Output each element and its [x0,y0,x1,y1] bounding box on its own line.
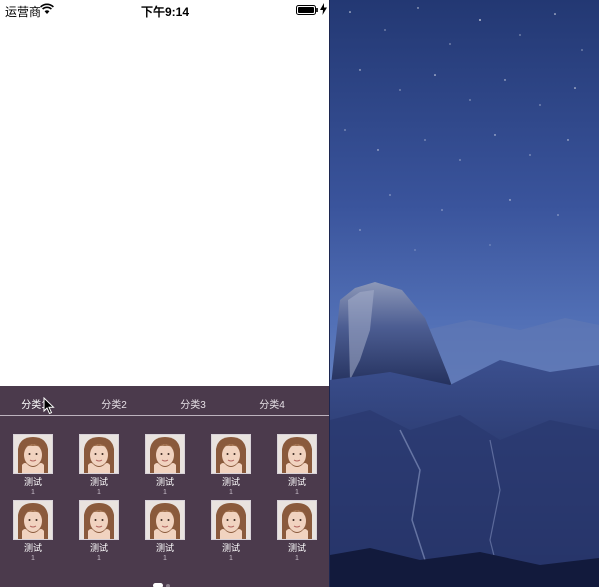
sticker-item[interactable]: 测试 1 [267,434,327,497]
sticker-thumbnail [79,434,119,474]
page-dot-active [153,583,163,587]
sticker-label: 测试 [287,543,306,553]
sticker-thumbnail [277,500,317,540]
sticker-thumbnail [211,434,251,474]
sticker-item[interactable]: 测试 1 [135,434,195,497]
desktop-wallpaper [330,0,599,587]
sticker-thumbnail [79,500,119,540]
charging-icon [320,3,327,15]
mouse-cursor-icon [43,397,55,415]
tab-category-1[interactable]: 分类1 [4,396,64,411]
tab-category-2[interactable]: 分类2 [84,396,144,411]
sticker-label: 测试 [221,477,240,487]
sticker-thumbnail [145,434,185,474]
sticker-label: 测试 [155,477,174,487]
tab-category-3[interactable]: 分类3 [163,396,223,411]
sticker-label: 测试 [89,543,108,553]
sticker-thumbnail [211,500,251,540]
sticker-item[interactable]: 测试 1 [3,500,63,563]
sticker-count: 1 [97,489,101,496]
sticker-label: 测试 [23,543,42,553]
sticker-label: 测试 [89,477,108,487]
content-area [0,20,330,386]
sticker-item[interactable]: 测试 1 [135,500,195,563]
sticker-item[interactable]: 测试 1 [3,434,63,497]
phone-screen: 运营商 下午9:14 分类1 分类2 分类3 分类4 测试 1 测试 1 测试 1 测试 1 测… [0,0,330,587]
sticker-count: 1 [163,555,167,562]
sticker-count: 1 [31,555,35,562]
status-bar: 运营商 下午9:14 [0,0,330,20]
sticker-count: 1 [229,489,233,496]
sticker-item[interactable]: 测试 1 [201,434,261,497]
sticker-label: 测试 [155,543,174,553]
tab-divider [0,415,330,416]
sticker-thumbnail [277,434,317,474]
sticker-item[interactable]: 测试 1 [69,434,129,497]
sticker-label: 测试 [23,477,42,487]
sticker-count: 1 [295,489,299,496]
tab-category-4[interactable]: 分类4 [242,396,302,411]
sticker-item[interactable]: 测试 1 [69,500,129,563]
sticker-label: 测试 [221,543,240,553]
sticker-thumbnail [13,434,53,474]
clock: 下午9:14 [140,5,190,19]
battery-icon [296,5,318,15]
page-control[interactable] [153,577,170,587]
sticker-count: 1 [295,555,299,562]
sticker-thumbnail [13,500,53,540]
sticker-item[interactable]: 测试 1 [201,500,261,563]
sticker-count: 1 [229,555,233,562]
sticker-count: 1 [97,555,101,562]
sticker-item[interactable]: 测试 1 [267,500,327,563]
sticker-thumbnail [145,500,185,540]
emoji-panel: 分类1 分类2 分类3 分类4 测试 1 测试 1 测试 1 测试 1 测试 1 测试 1 测试 1 测试 1… [0,386,330,587]
sticker-count: 1 [31,489,35,496]
sticker-label: 测试 [287,477,306,487]
sticker-count: 1 [163,489,167,496]
